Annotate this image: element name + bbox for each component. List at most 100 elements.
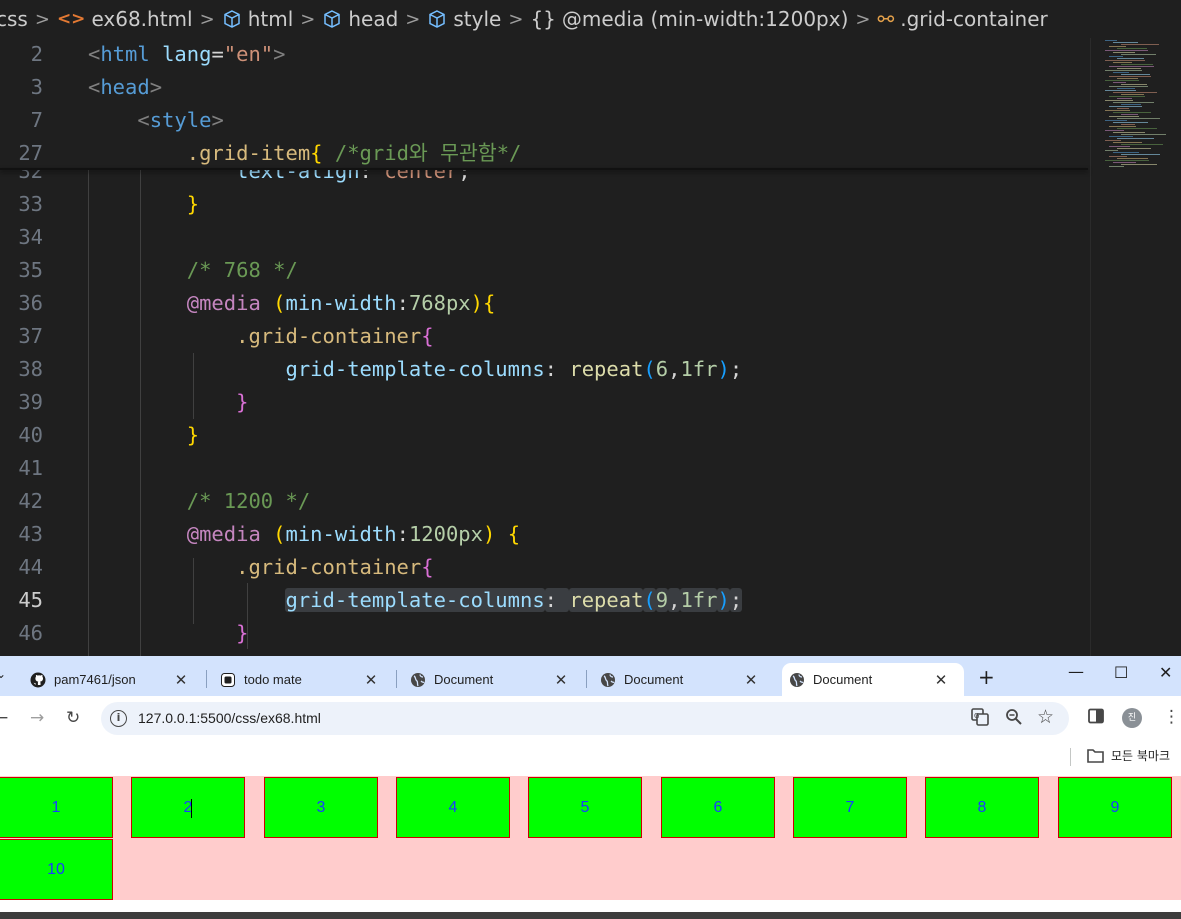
breadcrumb-item[interactable]: style <box>427 7 501 31</box>
minimize-icon[interactable]: — <box>1068 662 1084 681</box>
grid-item: 10 <box>0 839 113 900</box>
line-number[interactable]: 36 <box>0 287 43 320</box>
code-text[interactable]: @media (min-width:768px){ <box>88 287 496 320</box>
code-text[interactable]: /* 768 */ <box>88 254 298 287</box>
code-text[interactable]: /* 1200 */ <box>88 485 310 518</box>
code-line-3[interactable]: 3 <head> <box>0 71 1088 104</box>
tab-search-chevron-icon[interactable]: ⌄ <box>0 667 6 681</box>
line-number[interactable]: 46 <box>0 617 43 650</box>
code-line-7[interactable]: 7 <style> <box>0 104 1088 137</box>
grid-container: 1 2 3 4 5 6 7 8 9 10 <box>0 776 1181 900</box>
all-bookmarks-button[interactable]: 모든 북마크 <box>1087 747 1170 764</box>
code-text[interactable]: grid-template-columns: repeat(9,1fr); <box>88 584 743 617</box>
maximize-icon[interactable]: ☐ <box>1114 663 1128 682</box>
new-tab-button[interactable]: + <box>978 665 995 689</box>
breadcrumb-separator-icon: > <box>855 8 871 30</box>
code-line-35[interactable]: 35 /* 768 */ <box>0 254 1088 287</box>
code-line-46[interactable]: 46 } <box>0 617 1088 650</box>
line-number[interactable]: 39 <box>0 386 43 419</box>
minimap[interactable] <box>1090 38 1181 656</box>
code-line-39[interactable]: 39 } <box>0 386 1088 419</box>
back-icon[interactable]: ← <box>0 708 8 728</box>
line-number[interactable]: 43 <box>0 518 43 551</box>
code-line-40[interactable]: 40 } <box>0 419 1088 452</box>
code-line-36[interactable]: 36 @media (min-width:768px){ <box>0 287 1088 320</box>
line-number[interactable]: 27 <box>0 137 43 170</box>
code-line-45[interactable]: 45 grid-template-columns: repeat(9,1fr); <box>0 584 1088 617</box>
translate-icon[interactable]: G <box>971 708 989 731</box>
code-line-33[interactable]: 33 } <box>0 188 1088 221</box>
tab-close-icon[interactable]: ✕ <box>742 671 760 689</box>
profile-avatar[interactable]: 진 <box>1122 708 1142 728</box>
browser-tab[interactable]: Document ✕ <box>592 663 770 696</box>
line-number[interactable]: 40 <box>0 419 43 452</box>
code-line-41[interactable]: 41 <box>0 452 1088 485</box>
code-line-43[interactable]: 43 @media (min-width:1200px) { <box>0 518 1088 551</box>
breadcrumb-item[interactable]: <> ex68.html <box>57 7 193 31</box>
svg-text:G: G <box>974 712 979 720</box>
url-text[interactable]: 127.0.0.1:5500/css/ex68.html <box>138 710 321 726</box>
line-number[interactable]: 38 <box>0 353 43 386</box>
line-number[interactable]: 2 <box>0 38 43 71</box>
breadcrumb-item[interactable]: ⚯ .grid-container <box>877 7 1047 31</box>
code-text[interactable]: } <box>88 617 248 650</box>
browser-tab[interactable]: Document ✕ <box>402 663 580 696</box>
line-number[interactable]: 33 <box>0 188 43 221</box>
code-line-34[interactable]: 34 <box>0 221 1088 254</box>
breadcrumb-item[interactable]: html <box>222 7 293 31</box>
bookmark-star-icon[interactable]: ☆ <box>1037 706 1054 728</box>
code-text[interactable]: @media (min-width:1200px) { <box>88 518 520 551</box>
line-number[interactable]: 3 <box>0 71 43 104</box>
code-line-2[interactable]: 2 <html lang="en"> <box>0 38 1088 71</box>
code-text[interactable]: <head> <box>88 71 162 104</box>
line-number[interactable]: 37 <box>0 320 43 353</box>
sticky-scroll-shadow <box>0 168 1088 170</box>
browser-tab[interactable]: Document ✕ <box>782 663 964 696</box>
close-window-icon[interactable]: ✕ <box>1159 663 1172 682</box>
breadcrumb-item[interactable]: css <box>0 7 28 31</box>
reload-icon[interactable]: ↻ <box>66 708 80 728</box>
text-cursor <box>191 799 192 818</box>
code-line-44[interactable]: 44 .grid-container{ <box>0 551 1088 584</box>
line-number[interactable]: 45 <box>0 584 43 617</box>
code-text[interactable]: .grid-item{ /*grid와 무관함*/ <box>88 137 522 170</box>
code-token: /*grid와 무관함*/ <box>334 141 522 165</box>
zoom-icon[interactable] <box>1005 708 1023 731</box>
address-bar[interactable]: i 127.0.0.1:5500/css/ex68.html G ☆ <box>101 702 1069 735</box>
line-number[interactable]: 42 <box>0 485 43 518</box>
code-text[interactable]: <html lang="en"> <box>88 38 286 71</box>
forward-icon[interactable]: → <box>30 708 44 728</box>
line-number[interactable]: 35 <box>0 254 43 287</box>
code-line-37[interactable]: 37 .grid-container{ <box>0 320 1088 353</box>
tab-close-icon[interactable]: ✕ <box>172 671 190 689</box>
line-number[interactable]: 7 <box>0 104 43 137</box>
site-info-icon[interactable]: i <box>110 710 127 727</box>
minimap-line <box>1121 134 1166 135</box>
side-panel-icon[interactable] <box>1088 708 1104 729</box>
code-area[interactable]: 2 <html lang="en"> 3 <head> 7 <style> 27 .gri… <box>0 38 1088 656</box>
code-text[interactable]: <style> <box>88 104 223 137</box>
html-file-icon: <> <box>56 9 86 29</box>
more-menu-icon[interactable]: ⋮ <box>1163 707 1180 727</box>
code-text[interactable]: } <box>88 188 199 221</box>
code-text[interactable]: grid-template-columns: repeat(6,1fr); <box>88 353 742 386</box>
code-text[interactable]: } <box>88 419 199 452</box>
grid-item: 4 <box>396 777 510 838</box>
code-editor[interactable]: css > <> ex68.html > html > head > style >{} @media… <box>0 0 1181 656</box>
code-text[interactable]: } <box>88 386 248 419</box>
tab-close-icon[interactable]: ✕ <box>362 671 380 689</box>
breadcrumb-item[interactable]: {} @media (min-width:1200px) <box>530 7 848 31</box>
code-line-27[interactable]: 27 .grid-item{ /*grid와 무관함*/ <box>0 137 1088 170</box>
code-line-38[interactable]: 38 grid-template-columns: repeat(6,1fr); <box>0 353 1088 386</box>
line-number[interactable]: 41 <box>0 452 43 485</box>
code-line-42[interactable]: 42 /* 1200 */ <box>0 485 1088 518</box>
breadcrumb-item[interactable]: head <box>322 7 398 31</box>
line-number[interactable]: 34 <box>0 221 43 254</box>
tab-close-icon[interactable]: ✕ <box>552 671 570 689</box>
browser-tab[interactable]: todo mate ✕ <box>212 663 390 696</box>
browser-tab[interactable]: pam7461/json ✕ <box>22 663 200 696</box>
tab-close-icon[interactable]: ✕ <box>932 671 950 689</box>
line-number[interactable]: 44 <box>0 551 43 584</box>
